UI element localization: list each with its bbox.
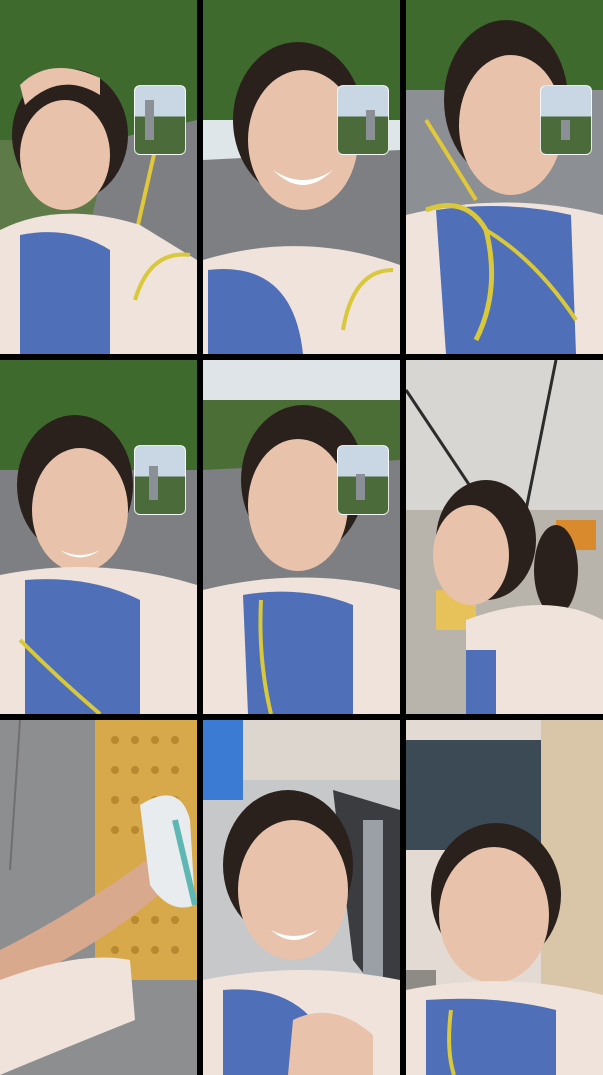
frame-1-scene — [0, 0, 197, 354]
photo-frame-8 — [203, 720, 400, 1075]
pip-thumbnail — [337, 85, 389, 155]
photo-frame-6 — [406, 360, 603, 714]
photo-frame-3 — [406, 0, 603, 354]
photo-frame-7 — [0, 720, 197, 1075]
photo-frame-2 — [203, 0, 400, 354]
frame-4-scene — [0, 360, 197, 714]
frame-3-scene — [406, 0, 603, 354]
pip-thumbnail — [337, 445, 389, 515]
photo-collage-grid — [0, 0, 603, 1075]
frame-2-scene — [203, 0, 400, 354]
pip-thumbnail — [134, 85, 186, 155]
frame-5-scene — [203, 360, 400, 714]
photo-frame-4 — [0, 360, 197, 714]
photo-frame-9 — [406, 720, 603, 1075]
frame-9-scene — [406, 720, 603, 1075]
photo-frame-5 — [203, 360, 400, 714]
frame-6-scene — [406, 360, 603, 714]
pip-thumbnail — [134, 445, 186, 515]
pip-thumbnail — [540, 85, 592, 155]
frame-8-scene — [203, 720, 400, 1075]
photo-frame-1 — [0, 0, 197, 354]
frame-7-scene — [0, 720, 197, 1075]
